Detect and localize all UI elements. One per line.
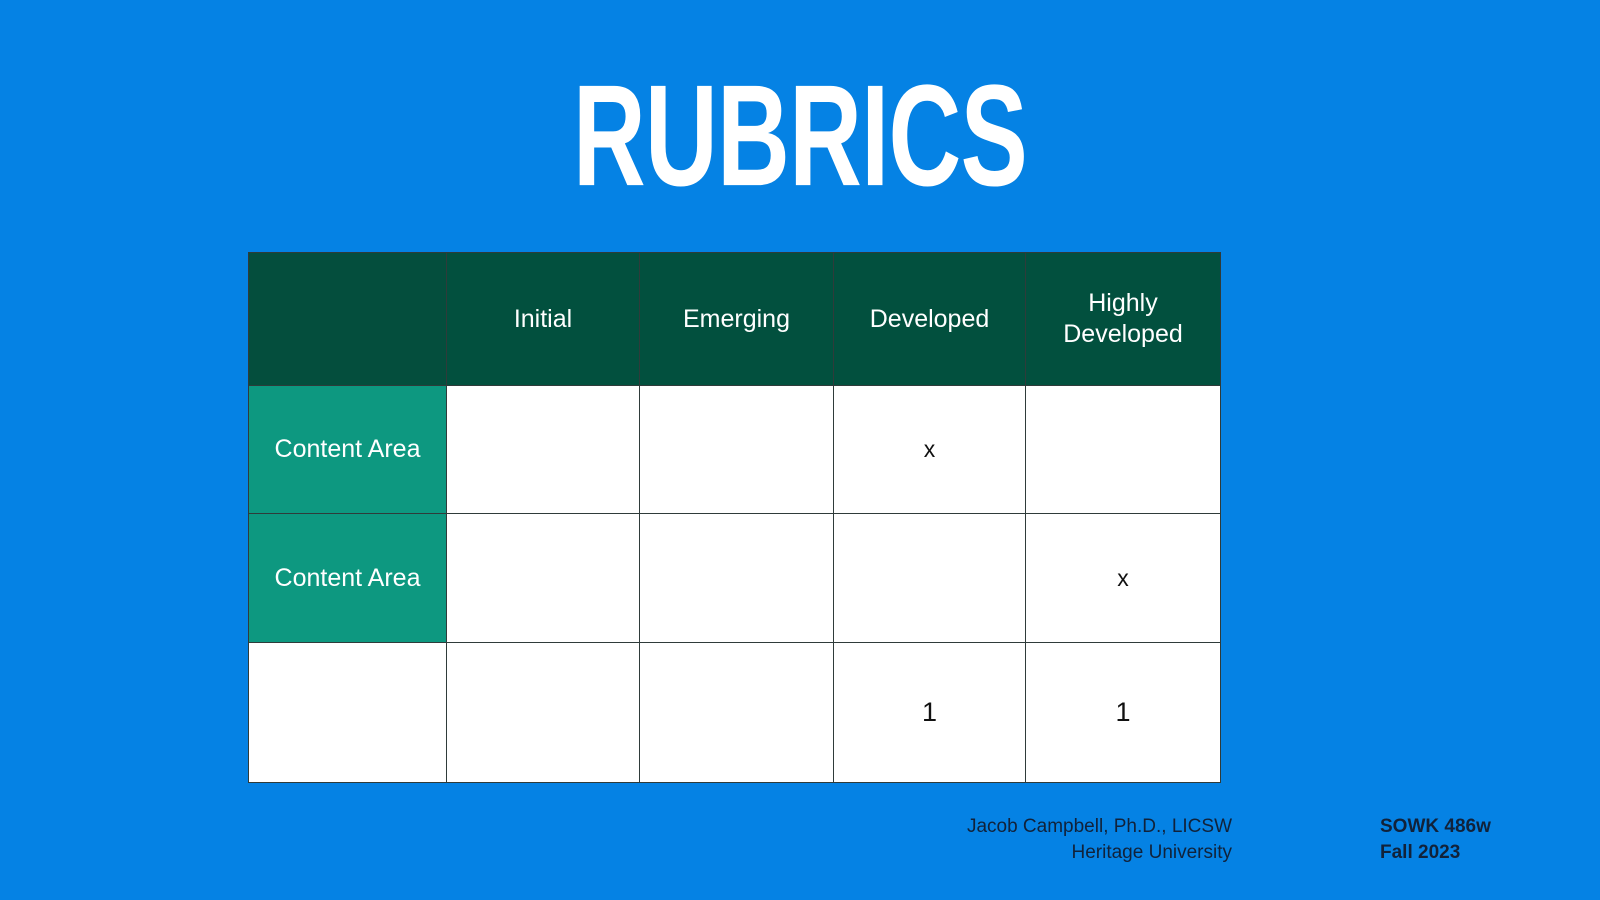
cell-row2-developed xyxy=(833,513,1026,643)
cell-row2-initial xyxy=(446,513,640,643)
footer-course: SOWK 486w xyxy=(1380,816,1491,837)
header-cell-initial: Initial xyxy=(446,252,640,386)
row-label-3 xyxy=(248,642,447,783)
cell-row1-developed: x xyxy=(833,385,1026,514)
row-label-1: Content Area xyxy=(248,385,447,514)
header-cell-highly-developed: Highly Developed xyxy=(1025,252,1221,386)
cell-row1-highly-developed xyxy=(1025,385,1221,514)
footer-institution: Heritage University xyxy=(1071,842,1233,863)
footer-course-info: SOWK 486w Fall 2023 xyxy=(1380,814,1580,866)
rubric-table: Initial Emerging Developed Highly Develo… xyxy=(248,252,1221,783)
header-cell-developed: Developed xyxy=(833,252,1026,386)
table-header-row: Initial Emerging Developed Highly Develo… xyxy=(248,252,1221,386)
cell-row3-initial xyxy=(446,642,640,783)
cell-row3-emerging xyxy=(639,642,834,783)
table-row: Content Area x xyxy=(248,513,1221,643)
cell-row2-emerging xyxy=(639,513,834,643)
table-row: Content Area x xyxy=(248,385,1221,514)
footer-author: Jacob Campbell, Ph.D., LICSW xyxy=(966,816,1232,837)
cell-row2-highly-developed: x xyxy=(1025,513,1221,643)
cell-row3-highly-developed: 1 xyxy=(1025,642,1221,783)
header-cell-criterion xyxy=(248,252,447,386)
header-cell-emerging: Emerging xyxy=(639,252,834,386)
cell-row3-developed: 1 xyxy=(833,642,1026,783)
table-row: 1 1 xyxy=(248,642,1221,783)
row-label-2: Content Area xyxy=(248,513,447,643)
cell-row1-initial xyxy=(446,385,640,514)
page-title: RUBRICS xyxy=(572,54,1028,217)
cell-row1-emerging xyxy=(639,385,834,514)
footer: Jacob Campbell, Ph.D., LICSW Heritage Un… xyxy=(0,786,1600,882)
footer-term: Fall 2023 xyxy=(1380,842,1461,863)
footer-attribution: Jacob Campbell, Ph.D., LICSW Heritage Un… xyxy=(760,814,1232,866)
